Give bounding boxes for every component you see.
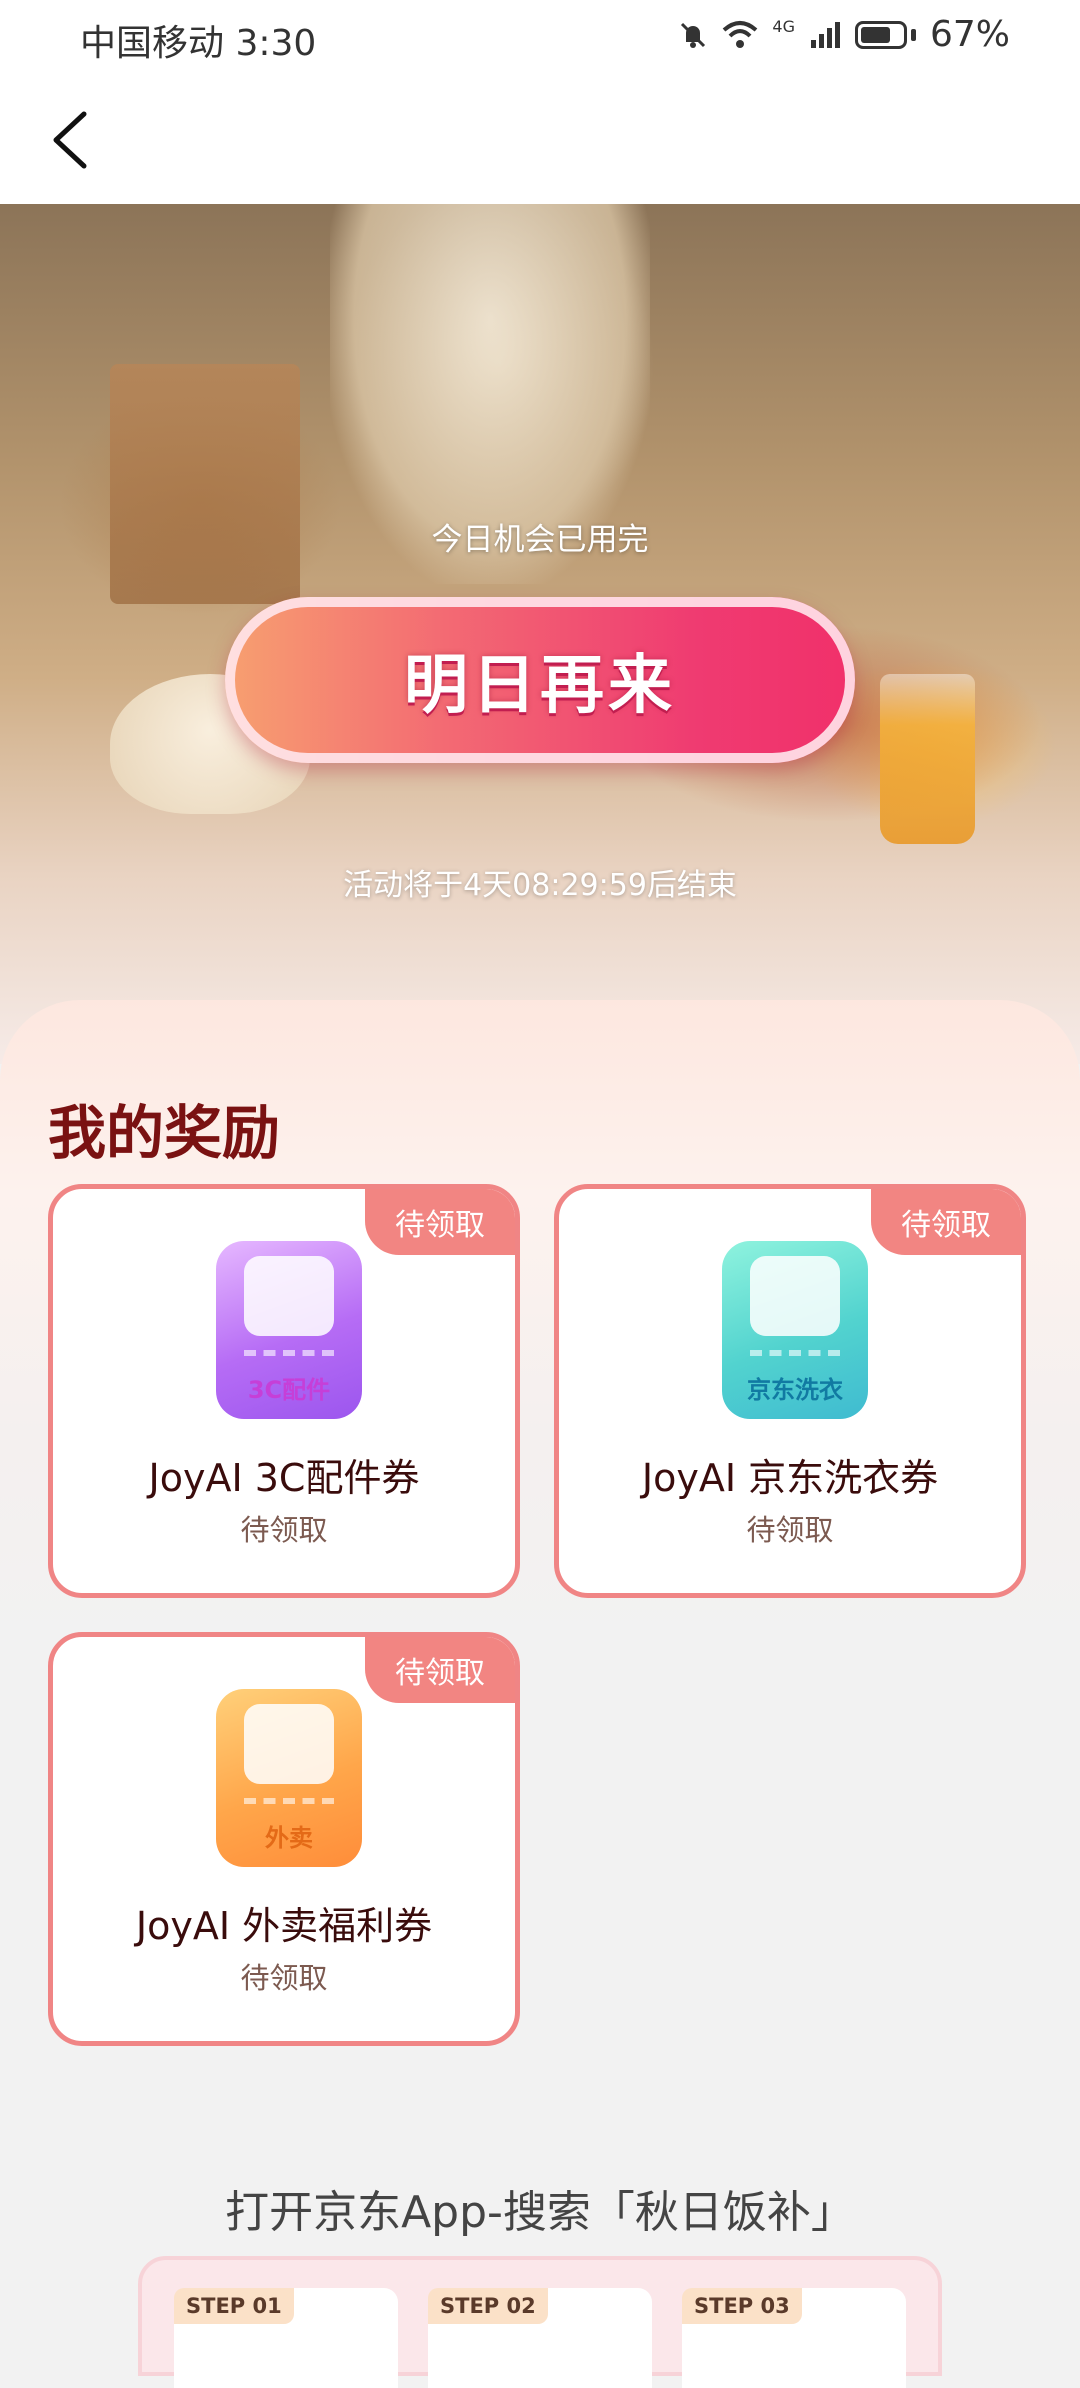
- rewards-title: 我的奖励: [48, 1099, 281, 1167]
- ticket-dash: [244, 1798, 334, 1810]
- network-type: 4G: [772, 17, 795, 36]
- carrier-time: 中国移动 3:30: [80, 23, 317, 64]
- reward-status: 待领取: [240, 1961, 328, 1995]
- step-card: STEP 01: [174, 2288, 398, 2388]
- status-bar: 中国移动 3:30 4G 67%: [0, 0, 1080, 74]
- reward-card-3c[interactable]: 待领取 3C配件 JoyAI 3C配件券 待领取: [48, 1184, 520, 1598]
- reward-card-laundry[interactable]: 待领取 京东洗衣 JoyAI 京东洗衣券 待领取: [554, 1184, 1026, 1598]
- back-button[interactable]: [30, 100, 110, 180]
- mute-bell-icon: [681, 22, 706, 48]
- steps-panel: STEP 01 STEP 02 STEP 03: [138, 2256, 942, 2388]
- icon-label: 3C配件: [247, 1376, 331, 1404]
- reward-status: 待领取: [746, 1513, 834, 1547]
- wifi-icon: [723, 20, 758, 48]
- battery-tip: [910, 28, 916, 41]
- ticket-dash: [244, 1350, 334, 1362]
- food-box-picture: [244, 1704, 334, 1784]
- icon-label: 京东洗衣: [747, 1376, 843, 1404]
- reward-title: JoyAI 外卖福利券: [135, 1904, 433, 1948]
- chevron-left-icon: [53, 111, 87, 169]
- reward-title: JoyAI 京东洗衣券: [641, 1456, 939, 1500]
- reward-status: 待领取: [240, 1513, 328, 1547]
- status-badge: 待领取: [365, 1637, 515, 1703]
- cta-label: 明日再来: [404, 649, 676, 723]
- activity-countdown: 活动将于4天08:29:59后结束: [343, 868, 737, 903]
- status-icons: 4G 67%: [678, 14, 1010, 55]
- earbuds-icon: 3C配件: [216, 1241, 362, 1419]
- earbuds-picture: [244, 1256, 334, 1336]
- status-badge: 待领取: [871, 1189, 1021, 1255]
- status-badge: 待领取: [365, 1189, 515, 1255]
- battery-icon: [854, 20, 907, 49]
- step-tag: STEP 03: [682, 2288, 802, 2324]
- reward-card-food[interactable]: 待领取 外卖 JoyAI 外卖福利券 待领取: [48, 1632, 520, 2046]
- step-tag: STEP 02: [428, 2288, 548, 2324]
- hero-photo-juice: [880, 674, 975, 844]
- come-back-tomorrow-button[interactable]: 明日再来: [225, 597, 855, 763]
- reward-title: JoyAI 3C配件券: [148, 1456, 420, 1500]
- icon-label: 外卖: [265, 1824, 313, 1852]
- instructions-title: 打开京东App-搜索「秋日饭补」: [225, 2187, 855, 2238]
- ticket-dash: [750, 1350, 840, 1362]
- laundry-basket-picture: [750, 1256, 840, 1336]
- hero-banner: 今日机会已用完 明日再来 活动将于4天08:29:59后结束: [0, 204, 1080, 1064]
- step-card: STEP 02: [428, 2288, 652, 2388]
- battery-percent: 67%: [929, 14, 1010, 55]
- signal-icon: [810, 21, 840, 48]
- nav-bar: [0, 74, 1080, 204]
- hero-photo-shopping-bag: [110, 364, 300, 604]
- chance-used-note: 今日机会已用完: [431, 522, 649, 558]
- step-card: STEP 03: [682, 2288, 906, 2388]
- laundry-basket-icon: 京东洗衣: [722, 1241, 868, 1419]
- step-tag: STEP 01: [174, 2288, 294, 2324]
- rewards-panel: 我的奖励 待领取 3C配件 JoyAI 3C配件券 待领取 待领取 京东洗衣 J…: [0, 1000, 1080, 2100]
- food-box-icon: 外卖: [216, 1689, 362, 1867]
